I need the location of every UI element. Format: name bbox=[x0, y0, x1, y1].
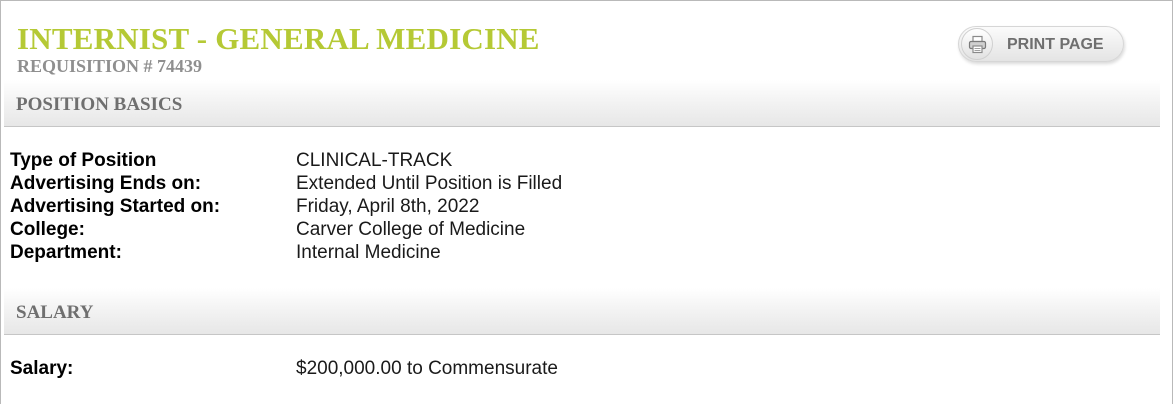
field-label: Department: bbox=[10, 242, 122, 263]
field-label: College: bbox=[10, 219, 85, 240]
section-header-position-basics: POSITION BASICS bbox=[4, 80, 1160, 127]
field-row-college: College: Carver College of Medicine bbox=[10, 219, 1150, 242]
field-row-salary: Salary: $200,000.00 to Commensurate bbox=[10, 358, 1150, 381]
field-value: Carver College of Medicine bbox=[296, 219, 526, 240]
print-page-button[interactable]: PRINT PAGE bbox=[958, 26, 1124, 62]
field-row-type-of-position: Type of Position CLINICAL-TRACK bbox=[10, 150, 1150, 173]
field-value: CLINICAL-TRACK bbox=[296, 150, 453, 171]
field-row-advertising-ends: Advertising Ends on: Extended Until Posi… bbox=[10, 173, 1150, 196]
field-label: Salary: bbox=[10, 358, 74, 379]
section-title: SALARY bbox=[16, 302, 94, 323]
field-row-advertising-started: Advertising Started on: Friday, April 8t… bbox=[10, 196, 1150, 219]
section-title: POSITION BASICS bbox=[16, 94, 183, 115]
field-row-department: Department: Internal Medicine bbox=[10, 242, 1150, 265]
print-page-label: PRINT PAGE bbox=[1007, 36, 1104, 53]
field-value: Friday, April 8th, 2022 bbox=[296, 196, 480, 217]
field-value: $200,000.00 to Commensurate bbox=[296, 358, 558, 379]
field-label: Advertising Ends on: bbox=[10, 173, 202, 194]
field-value: Internal Medicine bbox=[296, 242, 441, 263]
field-label: Type of Position bbox=[10, 150, 157, 171]
field-value: Extended Until Position is Filled bbox=[296, 173, 563, 194]
requisition-number: REQUISITION # 74439 bbox=[17, 56, 203, 76]
page-title: INTERNIST - GENERAL MEDICINE bbox=[17, 21, 540, 56]
section-header-salary: SALARY bbox=[4, 288, 1160, 335]
field-label: Advertising Started on: bbox=[10, 196, 221, 217]
printer-icon bbox=[961, 28, 993, 60]
